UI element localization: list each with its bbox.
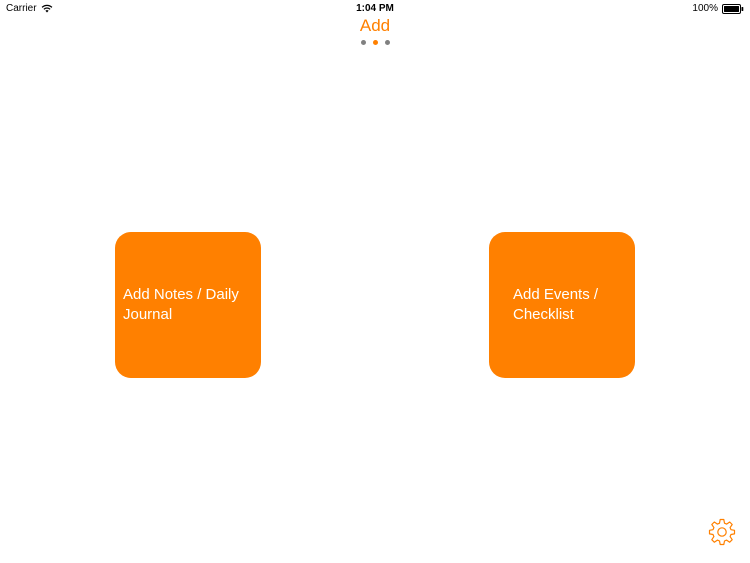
add-screen: Carrier 1:04 PM 100% Add Add Notes / Dai… (0, 0, 750, 563)
page-dot-1[interactable] (360, 40, 366, 45)
battery-percent: 100% (692, 3, 718, 14)
status-bar: Carrier 1:04 PM 100% (0, 0, 750, 16)
add-notes-journal-label: Add Notes / Daily Journal (123, 286, 239, 323)
page-title: Add (359, 16, 391, 35)
page-dot-2-active[interactable] (372, 40, 378, 45)
status-right: 100% (692, 3, 744, 14)
add-events-checklist-button[interactable]: Add Events / Checklist (489, 232, 635, 378)
page-dot-3[interactable] (384, 40, 390, 45)
gear-icon[interactable] (707, 517, 737, 547)
page-indicator[interactable] (0, 40, 750, 45)
add-events-checklist-label: Add Events / Checklist (513, 286, 599, 323)
status-time: 1:04 PM (356, 3, 394, 14)
add-notes-journal-button[interactable]: Add Notes / Daily Journal (115, 232, 261, 378)
battery-icon (722, 3, 744, 14)
